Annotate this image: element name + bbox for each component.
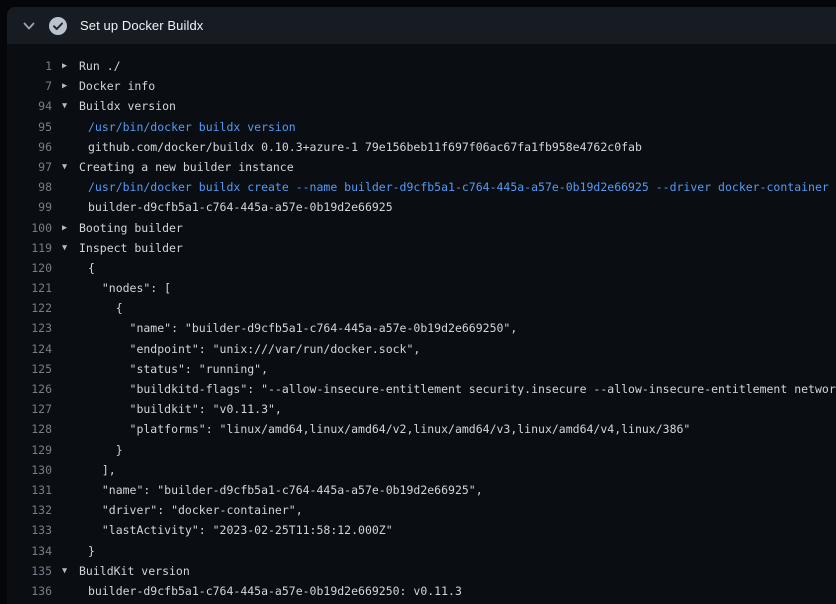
line-number[interactable]: 96 [7,137,52,157]
line-number[interactable]: 123 [7,318,52,338]
group-title[interactable]: Docker info [79,76,155,96]
group-collapse-icon[interactable]: ▼ [62,157,79,177]
log-lines: 1▶Run ./7▶Docker info94▼Buildx version95… [7,44,836,601]
log-text: builder-d9cfb5a1-c764-445a-a57e-0b19d2e6… [88,197,393,217]
log-text: "status": "running", [88,359,268,379]
line-number[interactable]: 122 [7,298,52,318]
line-number[interactable]: 100 [7,218,52,238]
log-text: github.com/docker/buildx 0.10.3+azure-1 … [88,137,642,157]
group-title[interactable]: Buildx version [79,96,176,116]
log-row: 133 "lastActivity": "2023-02-25T11:58:12… [7,520,836,540]
log-text: } [88,541,95,561]
log-row: 96 github.com/docker/buildx 0.10.3+azure-… [7,137,836,157]
log-row: 127 "buildkit": "v0.11.3", [7,399,836,419]
log-text: } [88,440,123,460]
log-row: 122 { [7,298,836,318]
line-number[interactable]: 136 [7,581,52,601]
log-row: 99 builder-d9cfb5a1-c764-445a-a57e-0b19d2… [7,197,836,217]
line-number[interactable]: 121 [7,278,52,298]
group-collapse-icon[interactable]: ▼ [62,96,79,116]
log-row: 123 "name": "builder-d9cfb5a1-c764-445a-… [7,318,836,338]
line-number[interactable]: 129 [7,440,52,460]
log-row: 120 { [7,258,836,278]
line-number[interactable]: 1 [7,56,52,76]
log-text: "endpoint": "unix:///var/run/docker.sock… [88,339,420,359]
line-number[interactable]: 120 [7,258,52,278]
log-row: 124 "endpoint": "unix:///var/run/docker.… [7,339,836,359]
group-collapse-icon[interactable]: ▼ [62,561,79,581]
log-text: "name": "builder-d9cfb5a1-c764-445a-a57e… [88,480,483,500]
step-header[interactable]: Set up Docker Buildx [7,7,836,44]
step-title: Set up Docker Buildx [80,18,203,33]
log-row: 121 "nodes": [ [7,278,836,298]
log-text: "name": "builder-d9cfb5a1-c764-445a-a57e… [88,318,517,338]
line-number[interactable]: 132 [7,500,52,520]
line-number[interactable]: 124 [7,339,52,359]
log-row: 100 ▶Booting builder [7,218,836,238]
log-row: 1 ▶Run ./ [7,56,836,76]
log-text: "buildkitd-flags": "--allow-insecure-ent… [88,379,836,399]
line-number[interactable]: 135 [7,561,52,581]
line-number[interactable]: 127 [7,399,52,419]
line-number[interactable]: 7 [7,76,52,96]
log-text: builder-d9cfb5a1-c764-445a-a57e-0b19d2e6… [88,581,462,601]
log-row: 132 "driver": "docker-container", [7,500,836,520]
log-text: { [88,298,123,318]
log-row: 130 ], [7,460,836,480]
log-text: "nodes": [ [88,278,171,298]
line-number[interactable]: 130 [7,460,52,480]
group-expand-icon[interactable]: ▶ [62,56,79,76]
group-title[interactable]: Inspect builder [79,238,183,258]
group-title[interactable]: BuildKit version [79,561,190,581]
log-text: { [88,258,95,278]
line-number[interactable]: 125 [7,359,52,379]
log-text: ], [88,460,116,480]
line-number[interactable]: 99 [7,197,52,217]
log-row: 97 ▼Creating a new builder instance [7,157,836,177]
log-row: 95/usr/bin/docker buildx version [7,117,836,137]
line-number[interactable]: 98 [7,177,52,197]
group-title[interactable]: Booting builder [79,218,183,238]
line-number[interactable]: 133 [7,520,52,540]
log-panel: Set up Docker Buildx 1▶Run ./7▶Docker in… [7,7,836,604]
log-row: 7 ▶Docker info [7,76,836,96]
log-command-text: /usr/bin/docker buildx version [88,117,296,137]
log-text: "buildkit": "v0.11.3", [88,399,282,419]
log-row: 119 ▼Inspect builder [7,238,836,258]
line-number[interactable]: 97 [7,157,52,177]
group-collapse-icon[interactable]: ▼ [62,238,79,258]
log-row: 125 "status": "running", [7,359,836,379]
line-number[interactable]: 128 [7,419,52,439]
line-number[interactable]: 119 [7,238,52,258]
line-number[interactable]: 95 [7,117,52,137]
check-circle-icon [49,17,67,35]
log-row: 134} [7,541,836,561]
log-row: 126 "buildkitd-flags": "--allow-insecure… [7,379,836,399]
log-row: 135 ▼BuildKit version [7,561,836,581]
log-text: "driver": "docker-container", [88,500,303,520]
log-row: 94 ▼Buildx version [7,96,836,116]
line-number[interactable]: 131 [7,480,52,500]
log-text: "platforms": "linux/amd64,linux/amd64/v2… [88,419,690,439]
group-expand-icon[interactable]: ▶ [62,76,79,96]
line-number[interactable]: 126 [7,379,52,399]
line-number[interactable]: 94 [7,96,52,116]
group-title[interactable]: Run ./ [79,56,121,76]
log-text: "lastActivity": "2023-02-25T11:58:12.000… [88,520,393,540]
line-number[interactable]: 134 [7,541,52,561]
group-expand-icon[interactable]: ▶ [62,218,79,238]
log-row: 129 } [7,440,836,460]
log-row: 128 "platforms": "linux/amd64,linux/amd6… [7,419,836,439]
chevron-down-icon[interactable] [21,18,37,34]
log-command-text: /usr/bin/docker buildx create --name bui… [88,177,829,197]
log-row: 98/usr/bin/docker buildx create --name b… [7,177,836,197]
log-row: 136 builder-d9cfb5a1-c764-445a-a57e-0b19d… [7,581,836,601]
log-row: 131 "name": "builder-d9cfb5a1-c764-445a-… [7,480,836,500]
group-title[interactable]: Creating a new builder instance [79,157,294,177]
